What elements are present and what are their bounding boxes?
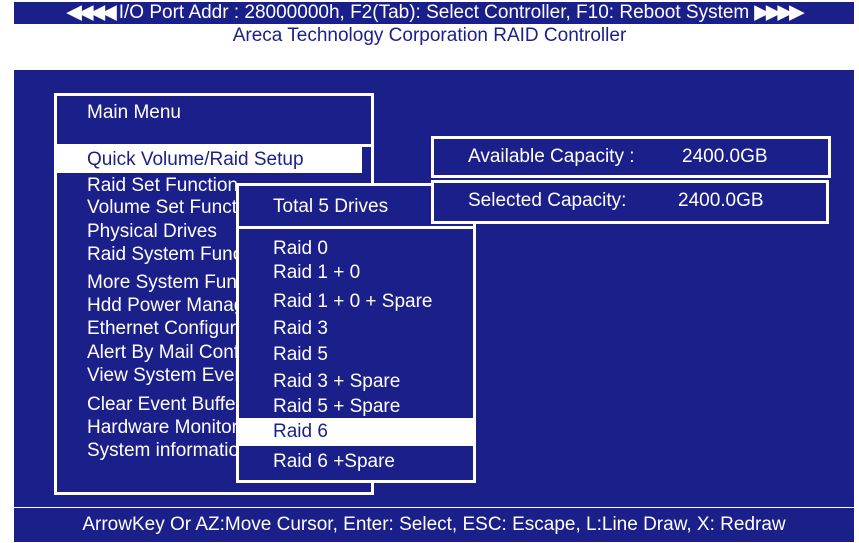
menu-item-quick-volume-raid-setup[interactable]: Quick Volume/Raid Setup xyxy=(57,147,362,173)
raid-level-popup: Total 5 Drives Raid 0 Raid 1 + 0 Raid 1 … xyxy=(236,183,476,483)
raid-option-raid-5-spare[interactable]: Raid 5 + Spare xyxy=(273,396,400,418)
menu-item-clear-event-buffer[interactable]: Clear Event Buffer xyxy=(87,394,242,416)
available-capacity-value: 2400.0GB xyxy=(682,146,768,167)
header-info: I/O Port Addr : 28000000h, F2(Tab): Sele… xyxy=(118,2,750,23)
raid-level-list: Raid 0 Raid 1 + 0 Raid 1 + 0 + Spare Rai… xyxy=(239,229,473,480)
selected-capacity-box: Selected Capacity: 2400.0GB xyxy=(431,180,829,224)
menu-item-hardware-monitor[interactable]: Hardware Monitor xyxy=(87,417,238,439)
raid-option-raid-0[interactable]: Raid 0 xyxy=(273,238,328,260)
menu-item-physical-drives[interactable]: Physical Drives xyxy=(87,221,217,243)
raid-option-raid-6-spare[interactable]: Raid 6 +Spare xyxy=(273,451,395,473)
raid-option-raid-3-spare[interactable]: Raid 3 + Spare xyxy=(273,371,400,393)
raid-option-raid-1-0[interactable]: Raid 1 + 0 xyxy=(273,262,360,284)
selected-capacity-label: Selected Capacity: xyxy=(468,190,627,211)
raid-option-raid-6[interactable]: Raid 6 xyxy=(239,418,473,446)
footer-bar: ArrowKey Or AZ:Move Cursor, Enter: Selec… xyxy=(14,508,854,542)
subtitle: Areca Technology Corporation RAID Contro… xyxy=(232,25,627,46)
available-capacity-label: Available Capacity : xyxy=(468,146,635,167)
right-arrows-icon: ▶▶▶▶ xyxy=(754,2,804,23)
header-bar: ◀◀◀◀ I/O Port Addr : 28000000h, F2(Tab):… xyxy=(14,2,854,24)
main-menu-title-area: Main Menu xyxy=(57,96,371,146)
menu-item-alert-by-mail-config[interactable]: Alert By Mail Config xyxy=(87,342,254,364)
selected-capacity-inner: Selected Capacity: 2400.0GB xyxy=(434,183,826,221)
raid-option-raid-3[interactable]: Raid 3 xyxy=(273,318,328,340)
header-text: ◀◀◀◀ I/O Port Addr : 28000000h, F2(Tab):… xyxy=(14,3,854,23)
footer-help-text: ArrowKey Or AZ:Move Cursor, Enter: Selec… xyxy=(82,514,786,535)
drives-count-title: Total 5 Drives xyxy=(273,196,389,217)
menu-item-system-information[interactable]: System information xyxy=(87,440,250,462)
menu-item-raid-set-function[interactable]: Raid Set Function xyxy=(87,175,238,197)
menu-item-view-system-events[interactable]: View System Events xyxy=(87,365,260,387)
raid-option-raid-5[interactable]: Raid 5 xyxy=(273,344,328,366)
main-menu-title: Main Menu xyxy=(87,102,181,123)
raid-option-raid-1-0-spare[interactable]: Raid 1 + 0 + Spare xyxy=(273,291,433,313)
available-capacity-box: Available Capacity : 2400.0GB xyxy=(431,136,831,178)
selected-capacity-value: 2400.0GB xyxy=(678,190,764,211)
left-arrows-icon: ◀◀◀◀ xyxy=(67,2,116,23)
